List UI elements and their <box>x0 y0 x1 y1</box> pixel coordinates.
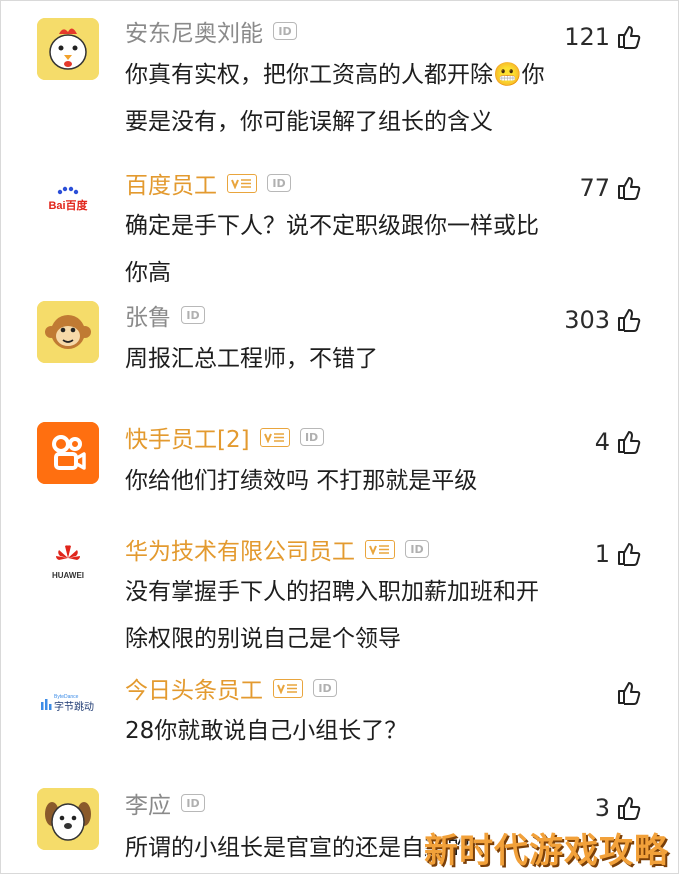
id-badge: ID <box>299 428 324 446</box>
like-count: 303 <box>564 306 610 334</box>
username[interactable]: 百度员工 <box>125 166 217 200</box>
like-count: 3 <box>594 794 610 822</box>
verified-badge-icon <box>227 173 257 193</box>
like-button[interactable] <box>610 676 642 710</box>
id-badge: ID <box>273 22 297 40</box>
like-count: 121 <box>564 23 610 51</box>
thumbs-up-icon <box>618 797 641 820</box>
thumbs-up-icon <box>618 177 641 200</box>
username-row: 快手员工[2] ID <box>125 420 324 454</box>
bytedance-logo[interactable]: ByteDance 字节跳动 <box>37 674 99 736</box>
like-button[interactable]: 3 <box>595 791 642 825</box>
comment-line: 除权限的别说自己是个领导 <box>125 626 401 652</box>
like-count: 4 <box>594 428 610 456</box>
like-button[interactable]: 77 <box>579 171 642 205</box>
like-button[interactable]: 121 <box>564 20 642 54</box>
username-row: 今日头条员工 ID <box>125 671 337 705</box>
verified-badge-icon <box>273 678 303 698</box>
like-count: 1 <box>594 540 610 568</box>
username-row: 李应 ID <box>125 786 205 820</box>
username[interactable]: 快手员工[2] <box>125 420 250 454</box>
comment-text: 你给他们打绩效吗 不打那就是平级 <box>125 458 595 505</box>
comment-line: 没有掌握手下人的招聘入职加薪加班和开 <box>125 579 539 605</box>
logo-text: 字节跳动 <box>54 700 94 713</box>
logo-subtext: ByteDance <box>54 694 79 700</box>
site-watermark: 新时代游戏攻略 <box>424 831 669 871</box>
username-row: 华为技术有限公司员工 ID <box>125 532 429 566</box>
username-row: 百度员工 ID <box>125 166 291 200</box>
id-badge: ID <box>181 306 205 324</box>
comment-line: 28你就敢说自己小组长了？ <box>125 718 408 744</box>
id-badge: ID <box>405 540 429 558</box>
logo-text: Bai百度 <box>48 198 88 212</box>
comment-text: 确定是手下人？说不定职级跟你一样或比 你高 <box>125 203 595 297</box>
like-button[interactable]: 4 <box>595 425 642 459</box>
username[interactable]: 李应 <box>125 786 171 820</box>
comment-text: 28你就敢说自己小组长了？ <box>125 708 595 755</box>
thumbs-up-icon <box>618 682 641 705</box>
username[interactable]: 今日头条员工 <box>125 671 263 705</box>
thumbs-up-icon <box>618 431 641 454</box>
id-badge: ID <box>181 794 205 812</box>
monkey-avatar[interactable] <box>37 301 99 363</box>
like-button[interactable]: 1 <box>595 537 642 571</box>
chicken-avatar[interactable] <box>37 18 99 80</box>
username-row: 安东尼奥刘能 ID <box>125 14 297 48</box>
thumbs-up-icon <box>618 309 641 332</box>
username-row: 张鲁 ID <box>125 298 205 332</box>
thumbs-up-icon <box>618 543 641 566</box>
comment-text: 没有掌握手下人的招聘入职加薪加班和开 除权限的别说自己是个领导 <box>125 569 595 663</box>
username[interactable]: 张鲁 <box>125 298 171 332</box>
comment-line: 你给他们打绩效吗 不打那就是平级 <box>125 468 478 494</box>
thumbs-up-icon <box>618 26 641 49</box>
comment-line: 你真有实权，把你工资高的人都开除😬你 <box>125 62 545 88</box>
comment-text: 你真有实权，把你工资高的人都开除😬你 要是没有，你可能误解了组长的含义 <box>125 52 595 146</box>
username[interactable]: 安东尼奥刘能 <box>125 14 263 48</box>
id-badge: ID <box>267 174 291 192</box>
baidu-logo[interactable]: Bai百度 <box>37 170 99 232</box>
comment-line: 周报汇总工程师，不错了 <box>125 346 378 372</box>
huawei-logo[interactable]: HUAWEI <box>37 530 99 592</box>
verified-badge-icon <box>259 427 290 447</box>
dog-avatar[interactable] <box>37 788 99 850</box>
like-count: 77 <box>579 174 610 202</box>
comment-line: 确定是手下人？说不定职级跟你一样或比 <box>125 213 539 239</box>
like-button[interactable]: 303 <box>564 303 642 337</box>
comment-line: 要是没有，你可能误解了组长的含义 <box>125 109 493 135</box>
comment-text: 周报汇总工程师，不错了 <box>125 336 595 383</box>
verified-badge-icon <box>365 539 395 559</box>
kuaishou-logo[interactable] <box>37 422 99 484</box>
username[interactable]: 华为技术有限公司员工 <box>125 532 355 566</box>
comment-line: 你高 <box>125 260 171 286</box>
id-badge: ID <box>313 679 337 697</box>
logo-text: HUAWEI <box>52 571 84 580</box>
